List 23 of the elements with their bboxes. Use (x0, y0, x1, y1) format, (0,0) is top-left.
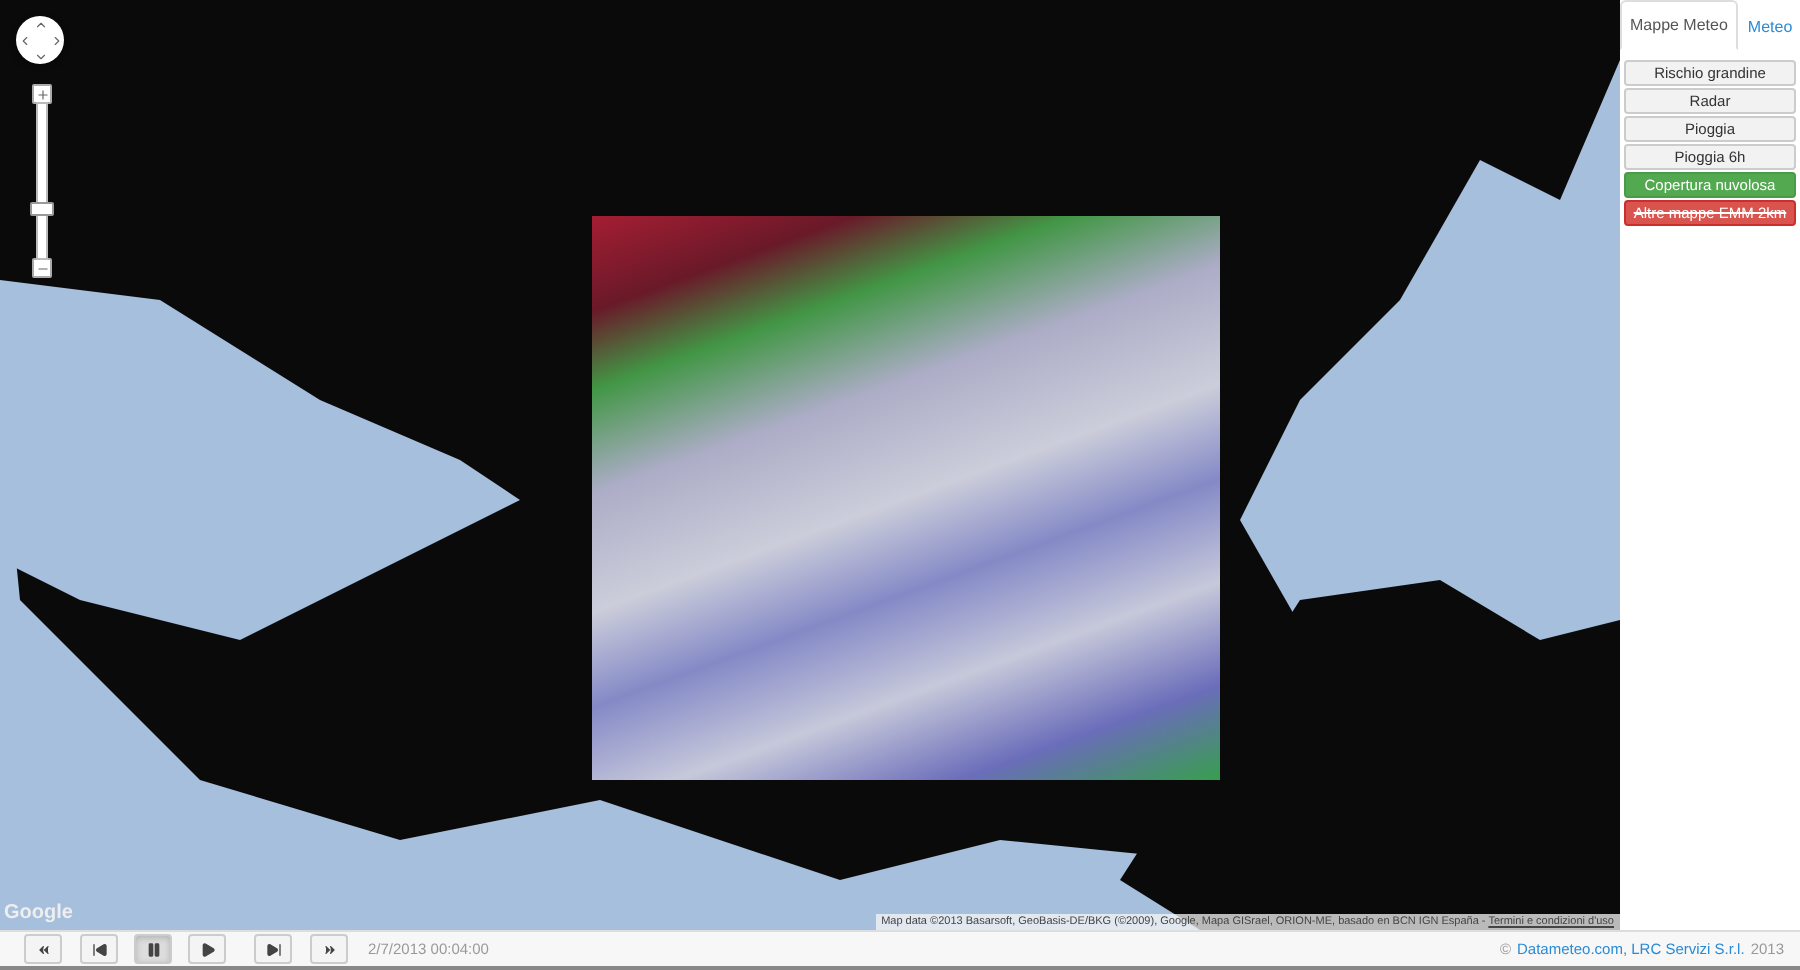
pause-button[interactable] (134, 934, 172, 964)
next-icon (265, 941, 281, 957)
chevron-down-icon (33, 49, 47, 63)
map-logo: Google (4, 902, 73, 924)
zoom-out-button[interactable] (32, 258, 52, 278)
next-button[interactable] (254, 934, 292, 964)
chevron-right-icon (49, 33, 63, 47)
plus-icon (35, 87, 49, 101)
first-button[interactable] (24, 934, 62, 964)
play-icon (199, 941, 215, 957)
zoom-in-button[interactable] (32, 84, 52, 104)
play-button[interactable] (188, 934, 226, 964)
prev-button[interactable] (80, 934, 118, 964)
chevron-left-icon (17, 33, 31, 47)
last-icon (321, 941, 337, 957)
zoom-slider[interactable] (36, 102, 48, 260)
last-button[interactable] (310, 934, 348, 964)
prev-icon (91, 941, 107, 957)
first-icon (35, 941, 51, 957)
chevron-up-icon (33, 17, 47, 31)
pause-icon (145, 941, 161, 957)
tab[interactable]: Mappe Meteo (1620, 0, 1738, 50)
zoom-slider-thumb[interactable] (30, 201, 54, 216)
